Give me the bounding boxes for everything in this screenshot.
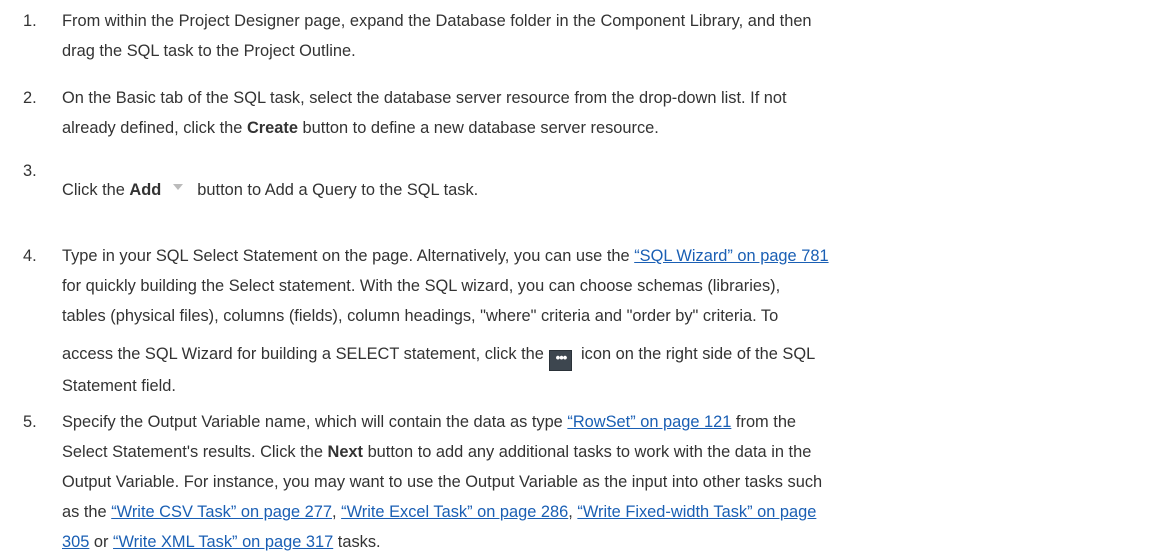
text-line: for quickly building the Select statemen… [62, 277, 781, 295]
text-line: Select Statement's results. Click the Ne… [62, 437, 1148, 467]
numbered-steps-list: 1. From within the Project Designer page… [0, 0, 1168, 556]
text-line: as the “Write CSV Task” on page 277, “Wr… [62, 497, 1148, 527]
text-segment: button to Add a Query to the SQL task. [197, 181, 479, 199]
text-segment: or [89, 533, 114, 551]
step-number: 4. [23, 247, 37, 265]
sql-wizard-link[interactable]: “SQL Wizard” on page 781 [634, 247, 828, 265]
step-text: Click the Add button to Add a Query to th… [62, 175, 1148, 205]
text-line: access the SQL Wizard for building a SEL… [62, 339, 1148, 371]
text-line: drag the SQL task to the Project Outline… [62, 42, 356, 60]
text-segment: , [332, 503, 342, 521]
step-text: Specify the Output Variable name, which … [62, 407, 1148, 557]
text-line: Type in your SQL Select Statement on the… [62, 241, 1148, 271]
text-segment: button to define a new database server r… [298, 119, 659, 137]
text-line: already defined, click the Create button… [62, 113, 1148, 143]
text-segment: from the [731, 413, 797, 431]
text-segment: access the SQL Wizard for building a SEL… [62, 345, 549, 363]
text-line: Output Variable. For instance, you may w… [62, 473, 823, 491]
text-line: On the Basic tab of the SQL task, select… [62, 89, 787, 107]
step-text: Type in your SQL Select Statement on the… [62, 241, 1148, 401]
step-number: 2. [23, 89, 37, 107]
text-line: tables (physical files), columns (fields… [62, 307, 779, 325]
text-segment: Specify the Output Variable name, which … [62, 413, 568, 431]
rowset-link[interactable]: “RowSet” on page 121 [567, 413, 731, 431]
step-number: 1. [23, 12, 37, 30]
text-segment: tasks. [333, 533, 381, 551]
step-number: 3. [23, 162, 37, 180]
text-segment: already defined, click the [62, 119, 247, 137]
write-xml-task-link[interactable]: “Write XML Task” on page 317 [113, 533, 333, 551]
step-number: 5. [23, 413, 37, 431]
write-fixed-width-task-link[interactable]: “Write Fixed-width Task” on page [577, 503, 816, 521]
text-segment: Type in your SQL Select Statement on the… [62, 247, 635, 265]
text-line: 305 or “Write XML Task” on page 317 task… [62, 527, 1148, 557]
ellipsis-icon: ••• [549, 350, 573, 371]
create-button-label: Create [246, 119, 298, 137]
write-fixed-width-task-link-page[interactable]: 305 [62, 533, 89, 551]
text-segment: icon on the right side of the SQL [576, 345, 816, 363]
text-segment: as the [62, 503, 112, 521]
text-segment: button to add any additional tasks to wo… [363, 443, 812, 461]
add-button-label: Add [129, 181, 162, 199]
write-excel-task-link[interactable]: “Write Excel Task” on page 286 [341, 503, 568, 521]
dropdown-arrow-icon [173, 184, 184, 190]
text-segment: Click the [62, 181, 130, 199]
text-line: Specify the Output Variable name, which … [62, 407, 1148, 437]
step-text: From within the Project Designer page, e… [62, 6, 1148, 66]
text-line: From within the Project Designer page, e… [62, 12, 812, 30]
text-segment: , [568, 503, 578, 521]
next-button-label: Next [327, 443, 364, 461]
step-text: On the Basic tab of the SQL task, select… [62, 83, 1148, 143]
write-csv-task-link[interactable]: “Write CSV Task” on page 277 [111, 503, 332, 521]
text-line: Click the Add button to Add a Query to th… [62, 175, 1148, 205]
text-segment: Select Statement's results. Click the [62, 443, 328, 461]
text-line: Statement field. [62, 377, 176, 395]
